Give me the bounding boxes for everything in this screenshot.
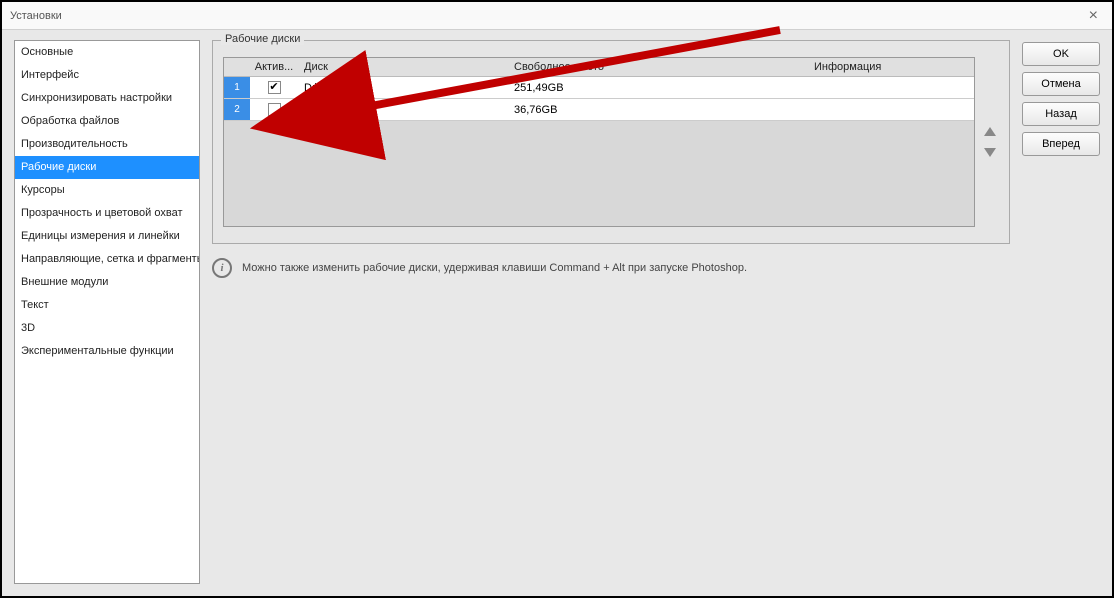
sidebar-item[interactable]: Прозрачность и цветовой охват bbox=[15, 202, 199, 225]
sidebar-item[interactable]: Интерфейс bbox=[15, 64, 199, 87]
back-button[interactable]: Назад bbox=[1022, 102, 1100, 126]
hint-row: i Можно также изменить рабочие диски, уд… bbox=[212, 258, 1010, 278]
sidebar-item[interactable]: Направляющие, сетка и фрагменты bbox=[15, 248, 199, 271]
sidebar-item[interactable]: Внешние модули bbox=[15, 271, 199, 294]
active-cell[interactable] bbox=[250, 103, 298, 116]
group-title: Рабочие диски bbox=[221, 33, 304, 45]
grid-wrap: Актив... Диск Свободное место Информация… bbox=[223, 57, 999, 227]
sidebar-item[interactable]: Рабочие диски bbox=[15, 156, 199, 179]
sidebar-item[interactable]: Курсоры bbox=[15, 179, 199, 202]
row-number: 1 bbox=[224, 77, 250, 98]
scratch-disks-group: Рабочие диски Актив... Диск Свободное ме… bbox=[212, 40, 1010, 244]
active-cell[interactable]: ✔ bbox=[250, 81, 298, 94]
hint-text: Можно также изменить рабочие диски, удер… bbox=[242, 262, 747, 274]
disk-cell: C:\ bbox=[298, 104, 508, 116]
table-row[interactable]: 1 ✔ D:\251,49GB bbox=[224, 77, 974, 99]
category-sidebar: ОсновныеИнтерфейсСинхронизировать настро… bbox=[14, 40, 200, 584]
close-icon[interactable]: × bbox=[1083, 7, 1104, 25]
col-free[interactable]: Свободное место bbox=[508, 58, 808, 76]
grid-rows: 1 ✔ D:\251,49GB 2 C:\36,76GB bbox=[224, 77, 974, 226]
move-down-icon[interactable] bbox=[984, 148, 996, 157]
checkbox-icon[interactable] bbox=[268, 103, 281, 116]
move-up-icon[interactable] bbox=[984, 127, 996, 136]
reorder-buttons bbox=[975, 57, 999, 227]
table-row[interactable]: 2 C:\36,76GB bbox=[224, 99, 974, 121]
sidebar-item[interactable]: Единицы измерения и линейки bbox=[15, 225, 199, 248]
sidebar-item[interactable]: Производительность bbox=[15, 133, 199, 156]
sidebar-item[interactable]: 3D bbox=[15, 317, 199, 340]
titlebar: Установки × bbox=[2, 2, 1112, 30]
free-cell: 36,76GB bbox=[508, 104, 808, 116]
col-info[interactable]: Информация bbox=[808, 58, 974, 76]
ok-button[interactable]: OK bbox=[1022, 42, 1100, 66]
sidebar-item[interactable]: Синхронизировать настройки bbox=[15, 87, 199, 110]
sidebar-item[interactable]: Обработка файлов bbox=[15, 110, 199, 133]
sidebar-item[interactable]: Основные bbox=[15, 41, 199, 64]
info-icon: i bbox=[212, 258, 232, 278]
disk-grid: Актив... Диск Свободное место Информация… bbox=[223, 57, 975, 227]
window-body: ОсновныеИнтерфейсСинхронизировать настро… bbox=[2, 30, 1112, 596]
disk-cell: D:\ bbox=[298, 82, 508, 94]
free-cell: 251,49GB bbox=[508, 82, 808, 94]
main-panel: Рабочие диски Актив... Диск Свободное ме… bbox=[212, 40, 1010, 584]
row-number: 2 bbox=[224, 99, 250, 120]
sidebar-item[interactable]: Текст bbox=[15, 294, 199, 317]
col-active[interactable]: Актив... bbox=[250, 58, 298, 76]
col-disk[interactable]: Диск bbox=[298, 58, 508, 76]
dialog-buttons: OK Отмена Назад Вперед bbox=[1022, 40, 1100, 584]
cancel-button[interactable]: Отмена bbox=[1022, 72, 1100, 96]
forward-button[interactable]: Вперед bbox=[1022, 132, 1100, 156]
sidebar-item[interactable]: Экспериментальные функции bbox=[15, 340, 199, 363]
preferences-window: Установки × ОсновныеИнтерфейсСинхронизир… bbox=[0, 0, 1114, 598]
checkbox-icon[interactable]: ✔ bbox=[268, 81, 281, 94]
grid-header: Актив... Диск Свободное место Информация bbox=[224, 58, 974, 77]
window-title: Установки bbox=[10, 10, 1083, 22]
